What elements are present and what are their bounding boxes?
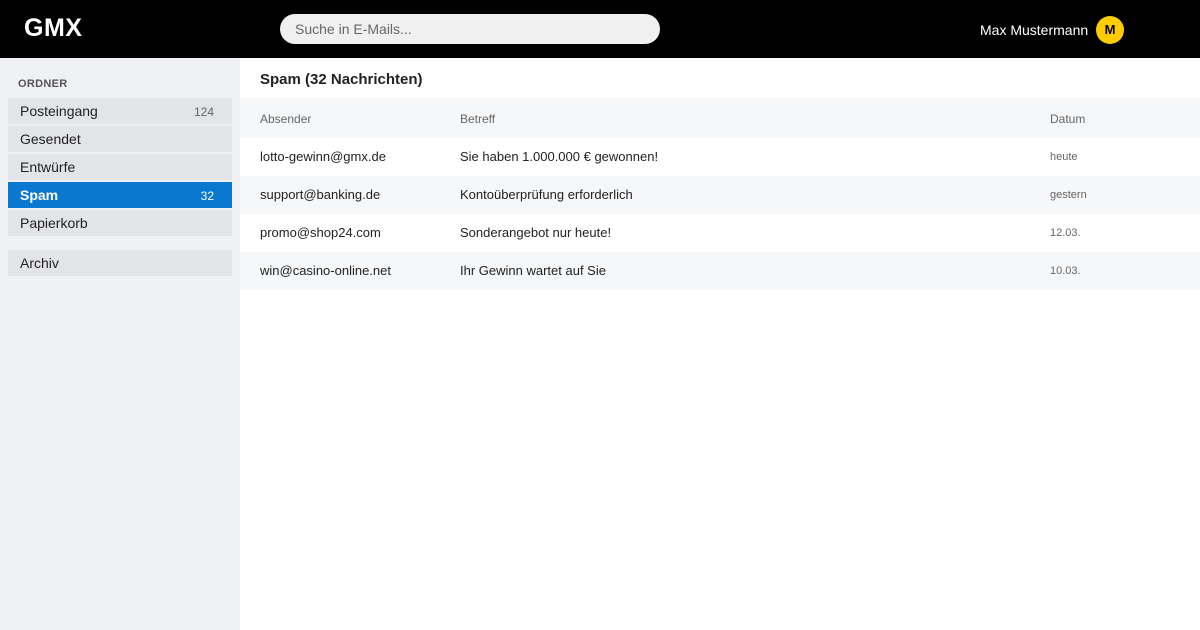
folder-label: Papierkorb [20,215,88,231]
avatar[interactable]: M [1096,16,1124,44]
search-input[interactable] [280,14,660,44]
message-row[interactable]: promo@shop24.com Sonderangebot nur heute… [240,214,1200,252]
message-sender: win@casino-online.net [260,263,391,278]
unread-count: 124 [193,105,214,119]
unread-count: 32 [200,189,214,203]
message-subject: Ihr Gewinn wartet auf Sie [460,263,606,278]
folder-label: Entwürfe [20,159,76,175]
sidebar-item-gesendet[interactable]: Gesendet [8,126,232,152]
message-subject: Sie haben 1.000.000 € gewonnen! [460,149,659,164]
user-name[interactable]: Max Mustermann [980,22,1088,38]
message-row[interactable]: win@casino-online.net Ihr Gewinn wartet … [240,252,1200,290]
page-title: Spam (32 Nachrichten) [260,71,423,88]
list-header: Absender Betreff Datum [240,98,1200,138]
message-row[interactable]: lotto-gewinn@gmx.de Sie haben 1.000.000 … [240,138,1200,176]
message-date: 10.03. [1050,265,1081,277]
message-date: 12.03. [1050,227,1081,239]
folder-label: Archiv [20,255,59,271]
folder-label: Posteingang [20,103,98,119]
message-row[interactable]: support@banking.de Kontoüberprüfung erfo… [240,176,1200,214]
sidebar-item-entwuerfe[interactable]: Entwürfe [8,154,232,180]
folder-label: Gesendet [20,131,81,147]
folder-label: Spam [20,187,59,203]
gmx-logo[interactable]: GMX [24,14,82,43]
column-header-sender[interactable]: Absender [260,112,311,126]
sidebar-item-papierkorb[interactable]: Papierkorb [8,210,232,236]
message-date: heute [1050,151,1078,163]
message-sender: promo@shop24.com [260,225,381,240]
message-list-panel: Spam (32 Nachrichten) Absender Betreff D… [240,58,1200,630]
sidebar-item-posteingang[interactable]: Posteingang 124 [8,98,232,124]
sidebar-item-archiv[interactable]: Archiv [8,250,232,276]
message-sender: support@banking.de [260,187,381,202]
sidebar: ORDNER Posteingang 124 Gesendet Entwürfe… [0,58,240,630]
message-sender: lotto-gewinn@gmx.de [260,149,386,164]
message-subject: Kontoüberprüfung erforderlich [460,187,633,202]
column-header-subject[interactable]: Betreff [460,112,495,126]
message-date: gestern [1050,189,1087,201]
folders-heading: ORDNER [18,78,68,90]
top-bar: GMX Max Mustermann M [0,0,1200,58]
column-header-date[interactable]: Datum [1050,112,1085,126]
sidebar-item-spam[interactable]: Spam 32 [8,182,232,208]
message-subject: Sonderangebot nur heute! [460,225,612,240]
